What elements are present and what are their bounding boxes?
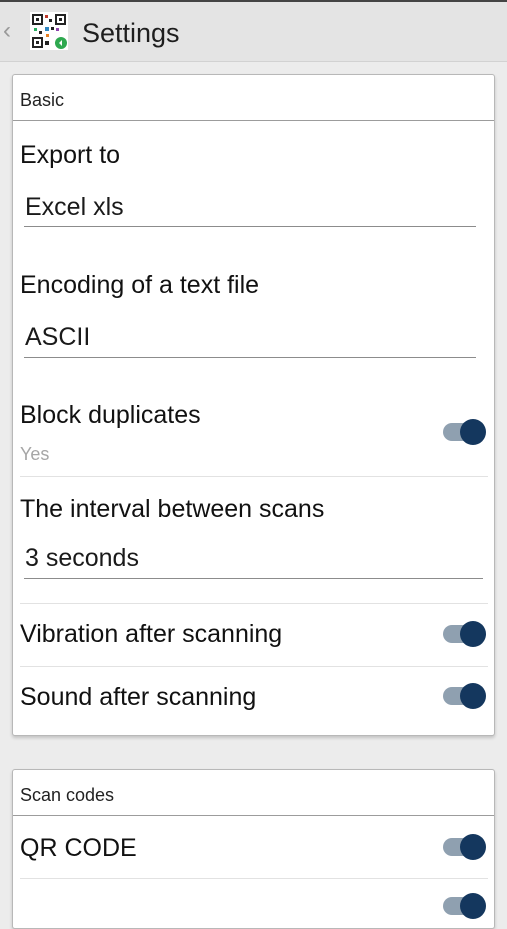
block-duplicates-label: Block duplicates (20, 401, 201, 429)
toggle-thumb (460, 683, 486, 709)
toggle-thumb (460, 834, 486, 860)
vibration-toggle[interactable] (443, 621, 486, 647)
export-to-value: Excel xls (25, 193, 124, 221)
vibration-label: Vibration after scanning (20, 620, 283, 648)
vibration-setting[interactable]: Vibration after scanning (13, 604, 494, 666)
qr-code-label: QR CODE (20, 834, 137, 862)
qr-code-toggle[interactable] (443, 834, 486, 860)
section-header-basic: Basic (13, 75, 494, 121)
page-title: Settings (82, 18, 180, 48)
qr-app-icon[interactable] (30, 12, 68, 50)
sound-toggle[interactable] (443, 683, 486, 709)
export-to-setting[interactable]: Export to Excel xls (13, 121, 494, 249)
block-duplicates-setting[interactable]: Block duplicates Yes (13, 379, 494, 476)
basic-settings-card: Basic Export to Excel xls Encoding of a … (12, 74, 495, 736)
scan-codes-card: Scan codes QR CODE (12, 769, 495, 929)
scan-interval-field[interactable]: 3 seconds (24, 544, 483, 579)
toggle-thumb (460, 893, 486, 919)
encoding-field[interactable]: ASCII (24, 323, 476, 358)
next-code-toggle[interactable] (443, 893, 486, 919)
export-to-field[interactable]: Excel xls (24, 193, 476, 227)
block-duplicates-toggle[interactable] (443, 419, 486, 445)
qr-code-setting[interactable]: QR CODE (13, 816, 494, 878)
block-duplicates-summary: Yes (20, 444, 50, 464)
scan-interval-label: The interval between scans (20, 495, 325, 523)
section-header-scan-codes: Scan codes (13, 770, 494, 816)
next-code-setting[interactable] (13, 879, 494, 929)
toggle-thumb (460, 621, 486, 647)
encoding-value: ASCII (25, 323, 91, 351)
back-chevron-icon[interactable]: ‹ (3, 16, 17, 46)
scan-interval-value: 3 seconds (25, 544, 139, 572)
encoding-setting[interactable]: Encoding of a text file ASCII (13, 249, 494, 379)
sound-label: Sound after scanning (20, 683, 257, 711)
scan-interval-setting[interactable]: The interval between scans 3 seconds (13, 477, 494, 603)
sound-setting[interactable]: Sound after scanning (13, 667, 494, 731)
app-bar: ‹ Settings (0, 0, 507, 62)
encoding-label: Encoding of a text file (20, 271, 260, 299)
toggle-thumb (460, 419, 486, 445)
export-to-label: Export to (20, 141, 121, 169)
